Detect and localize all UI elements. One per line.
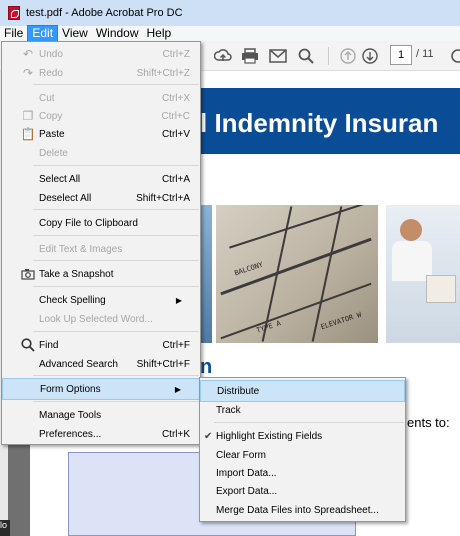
page-total: / 11 — [416, 48, 434, 60]
menu-item-form-options[interactable]: Form Options ▶ — [2, 378, 200, 400]
menu-separator — [33, 209, 199, 210]
page-number-input[interactable]: 1 — [390, 45, 412, 65]
submenu-item-merge-data-files[interactable]: Merge Data Files into Spreadsheet... — [200, 499, 405, 521]
upload-icon[interactable] — [213, 46, 233, 66]
search-icon[interactable] — [296, 46, 316, 66]
menu-item-preferences[interactable]: Preferences... Ctrl+K — [2, 423, 200, 445]
menu-separator — [33, 331, 199, 332]
menu-edit[interactable]: Edit — [27, 25, 59, 42]
menu-separator — [33, 286, 199, 287]
paste-icon: 📋 — [20, 127, 36, 141]
menu-item-delete[interactable]: Delete — [2, 142, 200, 164]
menu-file[interactable]: File — [0, 26, 27, 41]
submenu-arrow-icon: ▶ — [174, 384, 181, 394]
photo-strip — [200, 205, 212, 343]
menu-help[interactable]: Help — [143, 26, 176, 41]
menu-separator — [33, 84, 199, 85]
zoom-icon[interactable] — [446, 46, 460, 66]
print-icon[interactable] — [240, 46, 260, 66]
submenu-item-track[interactable]: Track — [200, 399, 405, 421]
toolbar-separator — [328, 47, 329, 65]
blueprint-label: BALCONY — [233, 260, 265, 278]
submenu-arrow-icon: ▶ — [175, 295, 182, 305]
menu-separator — [33, 401, 199, 402]
menu-item-deselect-all[interactable]: Deselect All Shift+Ctrl+A — [2, 187, 200, 209]
menu-item-redo[interactable]: ↷ Redo Shift+Ctrl+Z — [2, 62, 200, 84]
menu-item-edit-text-images[interactable]: Edit Text & Images — [2, 238, 200, 260]
menu-item-take-snapshot[interactable]: Take a Snapshot — [2, 263, 200, 285]
menu-bar: File Edit View Window Help — [0, 25, 460, 42]
menu-item-look-up-word[interactable]: Look Up Selected Word... — [2, 308, 200, 330]
menu-separator — [33, 260, 199, 261]
menu-separator — [214, 422, 404, 423]
undo-icon: ↶ — [22, 47, 34, 61]
body-text: ents to: — [407, 415, 450, 430]
search-icon — [20, 337, 36, 353]
menu-window[interactable]: Window — [92, 26, 143, 41]
edit-menu: ↶ Undo Ctrl+Z ↷ Redo Shift+Ctrl+Z Cut Ct… — [1, 41, 201, 445]
previous-page-icon[interactable] — [338, 46, 358, 66]
window-title: test.pdf - Adobe Acrobat Pro DC — [26, 7, 183, 19]
blueprint-label: TYPE A — [255, 319, 282, 335]
copy-icon: ❐ — [22, 109, 34, 123]
camera-icon — [20, 266, 36, 282]
redo-icon: ↷ — [22, 66, 34, 80]
menu-separator — [33, 165, 199, 166]
architect-photo — [386, 205, 460, 343]
acrobat-window: test.pdf - Adobe Acrobat Pro DC File Edi… — [0, 0, 460, 536]
form-options-submenu: Distribute Track ✔ Highlight Existing Fi… — [199, 377, 406, 522]
banner-title: l Indemnity Insuran — [200, 108, 439, 138]
next-page-icon[interactable] — [360, 46, 380, 66]
menu-separator — [33, 375, 199, 376]
blueprint-label: ELEVATOR W — [319, 310, 363, 332]
acrobat-app-icon — [8, 6, 20, 20]
mail-icon[interactable] — [268, 46, 288, 66]
blueprint-photo: BALCONY TYPE A ELEVATOR W — [216, 205, 378, 343]
section-heading: n — [200, 356, 213, 378]
menu-item-advanced-search[interactable]: Advanced Search Shift+Ctrl+F — [2, 353, 200, 375]
menu-view[interactable]: View — [58, 26, 92, 41]
menu-separator — [33, 235, 199, 236]
taskbar-sliver: lo — [0, 520, 10, 536]
checkmark-icon: ✔ — [204, 430, 213, 442]
menu-item-copy-file-to-clipboard[interactable]: Copy File to Clipboard — [2, 212, 200, 234]
title-bar: test.pdf - Adobe Acrobat Pro DC — [0, 0, 460, 26]
